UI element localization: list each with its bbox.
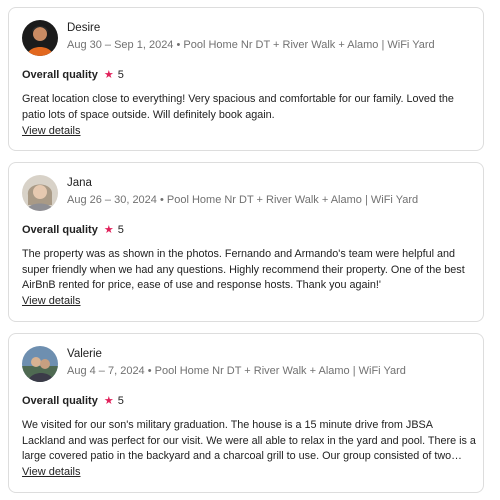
reviewer-name: Jana	[67, 177, 92, 189]
overall-quality: Overall quality ★ 5	[22, 68, 124, 82]
quality-label: Overall quality	[22, 395, 98, 407]
avatar[interactable]	[22, 346, 58, 382]
stay-info: Aug 26 – 30, 2024 • Pool Home Nr DT + Ri…	[67, 193, 418, 207]
view-details-link[interactable]: View details	[22, 294, 81, 308]
separator: •	[173, 39, 184, 51]
star-icon: ★	[103, 69, 114, 81]
overall-quality: Overall quality ★ 5	[22, 394, 124, 408]
listing-name: Pool Home Nr DT + River Walk + Alamo | W…	[183, 39, 435, 51]
reviewer-name: Valerie	[67, 348, 102, 360]
listing-name: Pool Home Nr DT + River Walk + Alamo | W…	[154, 365, 406, 377]
review-text: The property was as shown in the photos.…	[22, 248, 465, 291]
overall-quality: Overall quality ★ 5	[22, 223, 124, 237]
reviewer-name: Desire	[67, 22, 101, 34]
rating-value: 5	[117, 69, 124, 81]
review-header: Jana Aug 26 – 30, 2024 • Pool Home Nr DT…	[22, 175, 418, 211]
separator: •	[144, 365, 155, 377]
rating-value: 5	[117, 224, 124, 236]
stay-info: Aug 30 – Sep 1, 2024 • Pool Home Nr DT +…	[67, 38, 435, 52]
stay-date: Aug 30 – Sep 1, 2024	[67, 39, 174, 51]
view-details-link[interactable]: View details	[22, 465, 81, 479]
reviewer-meta: Jana Aug 26 – 30, 2024 • Pool Home Nr DT…	[67, 175, 418, 207]
star-icon: ★	[103, 395, 114, 407]
avatar[interactable]	[22, 20, 58, 56]
review-header: Desire Aug 30 – Sep 1, 2024 • Pool Home …	[22, 20, 435, 56]
quality-label: Overall quality	[22, 224, 98, 236]
reviewer-meta: Desire Aug 30 – Sep 1, 2024 • Pool Home …	[67, 20, 435, 52]
quality-label: Overall quality	[22, 69, 98, 81]
rating-value: 5	[117, 395, 124, 407]
review-card: Desire Aug 30 – Sep 1, 2024 • Pool Home …	[8, 7, 484, 151]
review-card: Jana Aug 26 – 30, 2024 • Pool Home Nr DT…	[8, 162, 484, 322]
stay-info: Aug 4 – 7, 2024 • Pool Home Nr DT + Rive…	[67, 364, 406, 378]
stay-date: Aug 26 – 30, 2024	[67, 194, 157, 206]
review-text: We visited for our son's military gradua…	[22, 419, 476, 462]
review-text: Great location close to everything! Very…	[22, 93, 454, 121]
star-icon: ★	[103, 224, 114, 236]
review-header: Valerie Aug 4 – 7, 2024 • Pool Home Nr D…	[22, 346, 406, 382]
stay-date: Aug 4 – 7, 2024	[67, 365, 145, 377]
separator: •	[156, 194, 167, 206]
review-card: Valerie Aug 4 – 7, 2024 • Pool Home Nr D…	[8, 333, 484, 493]
reviewer-meta: Valerie Aug 4 – 7, 2024 • Pool Home Nr D…	[67, 346, 406, 378]
avatar[interactable]	[22, 175, 58, 211]
view-details-link[interactable]: View details	[22, 124, 81, 138]
listing-name: Pool Home Nr DT + River Walk + Alamo | W…	[166, 194, 419, 206]
